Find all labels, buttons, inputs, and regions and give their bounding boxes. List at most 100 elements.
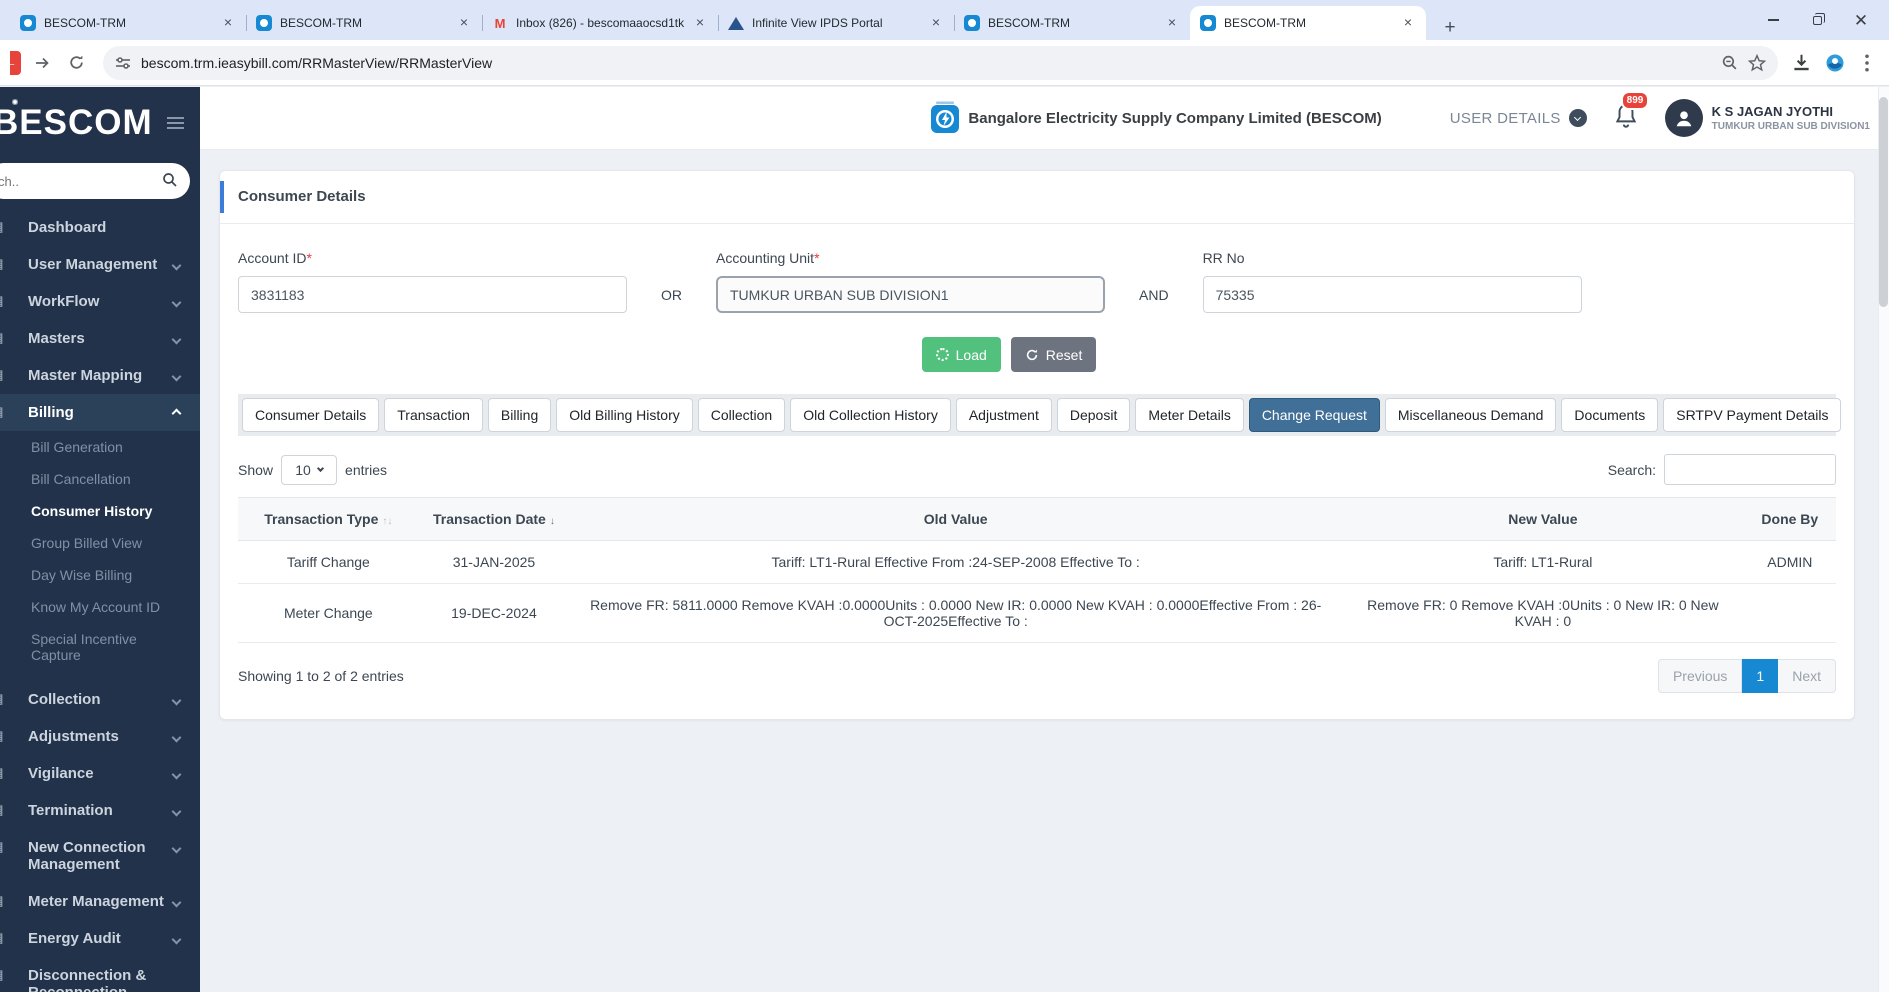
cell-old-value: Tariff: LT1-Rural Effective From :24-SEP… — [569, 540, 1343, 584]
tab-close-icon[interactable]: × — [220, 15, 236, 31]
browser-tab-active[interactable]: BESCOM-TRM × — [1190, 6, 1426, 40]
browser-tab[interactable]: Infinite View IPDS Portal × — [718, 6, 954, 40]
browser-tab[interactable]: BESCOM-TRM × — [954, 6, 1190, 40]
minimize-button[interactable] — [1751, 0, 1795, 40]
browser-toolbar: ← bescom.trm.ieasybill.com/RRMasterView/… — [0, 40, 1889, 86]
tab-close-icon[interactable]: × — [1400, 15, 1416, 31]
load-button[interactable]: Load — [921, 337, 1001, 372]
user-details-dropdown[interactable]: USER DETAILS — [1450, 109, 1587, 127]
list-icon: ▤ — [0, 330, 7, 346]
column-header-old-value[interactable]: Old Value — [569, 497, 1343, 541]
sidebar-item-termination[interactable]: ▤ Termination — [0, 792, 200, 829]
maximize-button[interactable] — [1795, 0, 1839, 40]
sidebar-subitem-special-incentive-capture[interactable]: Special Incentive Capture — [0, 99, 200, 671]
tab-close-icon[interactable]: × — [456, 15, 472, 31]
tab-documents[interactable]: Documents — [1561, 398, 1659, 432]
zoom-icon[interactable] — [1721, 54, 1738, 71]
sidebar-item-dashboard[interactable]: ▤ Dashboard — [0, 209, 200, 246]
previous-page-button[interactable]: Previous — [1657, 659, 1743, 693]
forward-arrow-icon — [36, 57, 49, 68]
tab-old-billing-history[interactable]: Old Billing History — [556, 398, 693, 432]
sidebar-item-energy-audit[interactable]: ▤ Energy Audit — [0, 920, 200, 957]
sidebar-subitem-group-billed-view[interactable]: Group Billed View — [0, 99, 200, 559]
tab-adjustment[interactable]: Adjustment — [955, 398, 1052, 432]
browser-menu-icon[interactable] — [1859, 53, 1875, 72]
tab-billing[interactable]: Billing — [487, 398, 552, 432]
sidebar-subitem-know-my-account-id[interactable]: Know My Account ID — [0, 99, 200, 623]
tab-deposit[interactable]: Deposit — [1056, 398, 1131, 432]
sidebar-item-user-management[interactable]: ▤ User Management — [0, 246, 200, 283]
browser-tab[interactable]: BESCOM-TRM × — [246, 6, 482, 40]
gmail-icon: M — [494, 15, 506, 31]
tab-close-icon[interactable]: × — [692, 15, 708, 31]
table-row[interactable]: Tariff Change 31-JAN-2025 Tariff: LT1-Ru… — [238, 540, 1836, 584]
accounting-unit-field[interactable] — [716, 276, 1105, 313]
sidebar-item-collection[interactable]: ▤ Collection — [0, 681, 200, 718]
sort-icon[interactable]: ↑↓ — [382, 516, 392, 527]
page-size-select[interactable]: 10 — [281, 454, 338, 485]
table-search-input[interactable] — [1664, 454, 1836, 485]
cell-done-by — [1743, 583, 1836, 643]
sort-desc-icon[interactable]: ↓ — [550, 516, 555, 527]
url-text[interactable]: bescom.trm.ieasybill.com/RRMasterView/RR… — [141, 55, 1711, 71]
sidebar-item-masters[interactable]: ▤ Masters — [0, 320, 200, 357]
tab-collection[interactable]: Collection — [697, 398, 786, 432]
spinner-icon — [935, 348, 949, 361]
sidebar-item-billing[interactable]: ▤ Billing — [0, 394, 200, 431]
new-tab-button[interactable]: + — [1436, 15, 1464, 43]
tab-srtpv-payment-details[interactable]: SRTPV Payment Details — [1663, 398, 1842, 432]
sidebar-subitem-label: Special Incentive Capture — [31, 631, 137, 663]
sidebar-search[interactable] — [0, 163, 190, 199]
sidebar-item-master-mapping[interactable]: ▤ Master Mapping — [0, 357, 200, 394]
sidebar-item-meter-management[interactable]: ▤ Meter Management — [0, 883, 200, 920]
tab-miscellaneous-demand[interactable]: Miscellaneous Demand — [1384, 398, 1557, 432]
page-scrollbar[interactable] — [1878, 87, 1889, 992]
download-icon[interactable] — [1792, 53, 1811, 72]
bookmark-star-icon[interactable] — [1748, 53, 1766, 72]
account-id-field[interactable] — [238, 276, 627, 313]
sidebar-item-label: Master Mapping — [28, 367, 143, 384]
column-header-transaction-date[interactable]: Transaction Date ↓ — [418, 497, 570, 541]
sidebar-subitem-bill-generation[interactable]: Bill Generation — [0, 99, 200, 463]
back-button[interactable]: ← — [10, 50, 21, 75]
sidebar-item-vigilance[interactable]: ▤ Vigilance — [0, 755, 200, 792]
sidebar-item-workflow[interactable]: ▤ WorkFlow — [0, 283, 200, 320]
tab-change-request[interactable]: Change Request — [1248, 398, 1380, 432]
hamburger-menu-icon[interactable] — [167, 117, 184, 129]
user-details-label: USER DETAILS — [1449, 109, 1561, 127]
sidebar-subitem-bill-cancellation[interactable]: Bill Cancellation — [0, 99, 200, 495]
next-page-button[interactable]: Next — [1778, 659, 1836, 693]
browser-tab[interactable]: M Inbox (826) - bescomaaocsd1tk × — [482, 6, 718, 40]
plug-icon: ▤ — [0, 967, 7, 983]
person-icon — [1676, 111, 1691, 127]
user-profile[interactable]: K S JAGAN JYOTHI TUMKUR URBAN SUB DIVISI… — [1664, 99, 1870, 137]
table-row[interactable]: Meter Change 19-DEC-2024 Remove FR: 5811… — [238, 583, 1836, 643]
tab-consumer-details[interactable]: Consumer Details — [242, 398, 380, 432]
restore-icon — [1812, 12, 1825, 25]
tab-transaction[interactable]: Transaction — [384, 398, 483, 432]
refresh-button[interactable] — [63, 50, 89, 76]
page-1-button[interactable]: 1 — [1742, 659, 1779, 693]
notification-badge: 899 — [1620, 90, 1650, 110]
address-bar[interactable]: bescom.trm.ieasybill.com/RRMasterView/RR… — [103, 45, 1778, 80]
browser-tab[interactable]: BESCOM-TRM × — [10, 6, 246, 40]
column-header-new-value[interactable]: New Value — [1342, 497, 1744, 541]
sidebar-subitem-consumer-history[interactable]: Consumer History — [0, 99, 200, 527]
extension-icon[interactable] — [1825, 53, 1845, 73]
rr-no-field[interactable] — [1202, 276, 1582, 313]
notifications-button[interactable]: 899 — [1613, 90, 1650, 135]
sidebar-subitem-day-wise-billing[interactable]: Day Wise Billing — [0, 99, 200, 591]
close-window-button[interactable]: ✕ — [1839, 0, 1883, 40]
sidebar-item-disconnection-reconnection[interactable]: ▤ Disconnection & Reconnection — [0, 957, 200, 992]
tab-close-icon[interactable]: × — [928, 15, 944, 31]
tab-old-collection-history[interactable]: Old Collection History — [790, 398, 951, 432]
scrollbar-thumb[interactable] — [1879, 97, 1888, 307]
column-header-done-by[interactable]: Done By — [1743, 497, 1836, 541]
forward-button[interactable] — [29, 50, 55, 76]
sidebar-item-adjustments[interactable]: ▤ Adjustments — [0, 718, 200, 755]
tab-close-icon[interactable]: × — [1164, 15, 1180, 31]
column-header-transaction-type[interactable]: Transaction Type ↑↓ — [238, 497, 419, 541]
tab-meter-details[interactable]: Meter Details — [1135, 398, 1244, 432]
sidebar-item-new-connection-management[interactable]: ▤ New Connection Management — [0, 829, 200, 883]
reset-button[interactable]: Reset — [1010, 337, 1097, 372]
